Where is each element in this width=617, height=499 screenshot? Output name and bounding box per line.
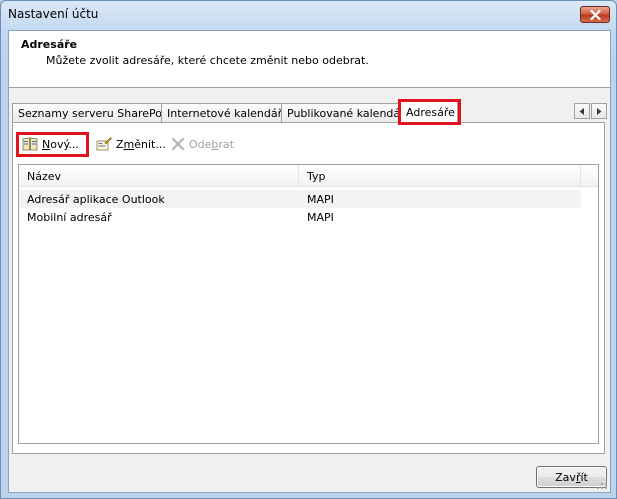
window-close-button[interactable]: [580, 6, 610, 23]
tab-sharepoint-lists[interactable]: Seznamy serveru SharePoint: [12, 103, 183, 122]
delete-x-icon: [171, 137, 185, 151]
tab-label: Adresáře: [406, 106, 455, 119]
tab-scroll-left-button[interactable]: [574, 103, 590, 119]
dialog-client-area: Adresáře Můžete zvolit adresáře, které c…: [8, 30, 611, 493]
resize-grip-icon[interactable]: [596, 478, 608, 490]
tab-strip: Seznamy serveru SharePoint Internetové k…: [9, 101, 610, 123]
close-dialog-button-label: Zavřít: [555, 470, 588, 484]
tab-internet-calendars[interactable]: Internetové kalendáře: [161, 103, 295, 122]
edit-button-label: Změnit...: [116, 137, 166, 151]
close-x-icon: [589, 9, 601, 20]
list-item-name: Mobilní adresář: [27, 211, 112, 224]
remove-button[interactable]: Odebrat: [171, 135, 234, 153]
list-item[interactable]: Adresář aplikace Outlook MAPI: [19, 190, 581, 208]
remove-button-label: Odebrat: [189, 137, 234, 151]
tab-label: Internetové kalendáře: [167, 107, 289, 120]
page-description: Můžete zvolit adresáře, které chcete změ…: [46, 54, 369, 67]
address-book-icon: [22, 137, 38, 151]
header-band: Adresáře Můžete zvolit adresáře, které c…: [9, 31, 610, 88]
tab-scroll-right-button[interactable]: [591, 103, 607, 119]
list-item-type: MAPI: [307, 193, 334, 206]
new-button[interactable]: Nový...: [22, 135, 79, 153]
dialog-window: Nastavení účtu Adresáře Můžete zvolit ad…: [0, 0, 617, 499]
edit-properties-icon: [96, 137, 112, 151]
list-header: Název Typ: [19, 165, 598, 187]
edit-button[interactable]: Změnit...: [96, 135, 166, 153]
arrow-left-icon: [579, 107, 584, 115]
address-books-list[interactable]: Název Typ Adresář aplikace Outlook MAPI …: [18, 164, 599, 444]
new-button-label: Nový...: [42, 137, 79, 151]
page-title: Adresáře: [21, 38, 78, 51]
tab-label: Seznamy serveru SharePoint: [18, 107, 177, 120]
column-header-type[interactable]: Typ: [299, 165, 581, 187]
tab-label: Publikované kalendáře: [287, 107, 412, 120]
window-title: Nastavení účtu: [8, 7, 99, 21]
address-books-panel: Nový... Změnit... Odebrat Název Typ Adre…: [12, 122, 605, 454]
title-bar[interactable]: Nastavení účtu: [1, 1, 616, 31]
list-item-type: MAPI: [307, 211, 334, 224]
tab-address-books[interactable]: Adresáře: [400, 101, 458, 123]
arrow-right-icon: [597, 107, 602, 115]
list-item[interactable]: Mobilní adresář MAPI: [19, 208, 581, 226]
tab-published-calendars[interactable]: Publikované kalendáře: [281, 103, 418, 122]
column-header-name[interactable]: Název: [19, 165, 299, 187]
list-item-name: Adresář aplikace Outlook: [27, 193, 165, 206]
